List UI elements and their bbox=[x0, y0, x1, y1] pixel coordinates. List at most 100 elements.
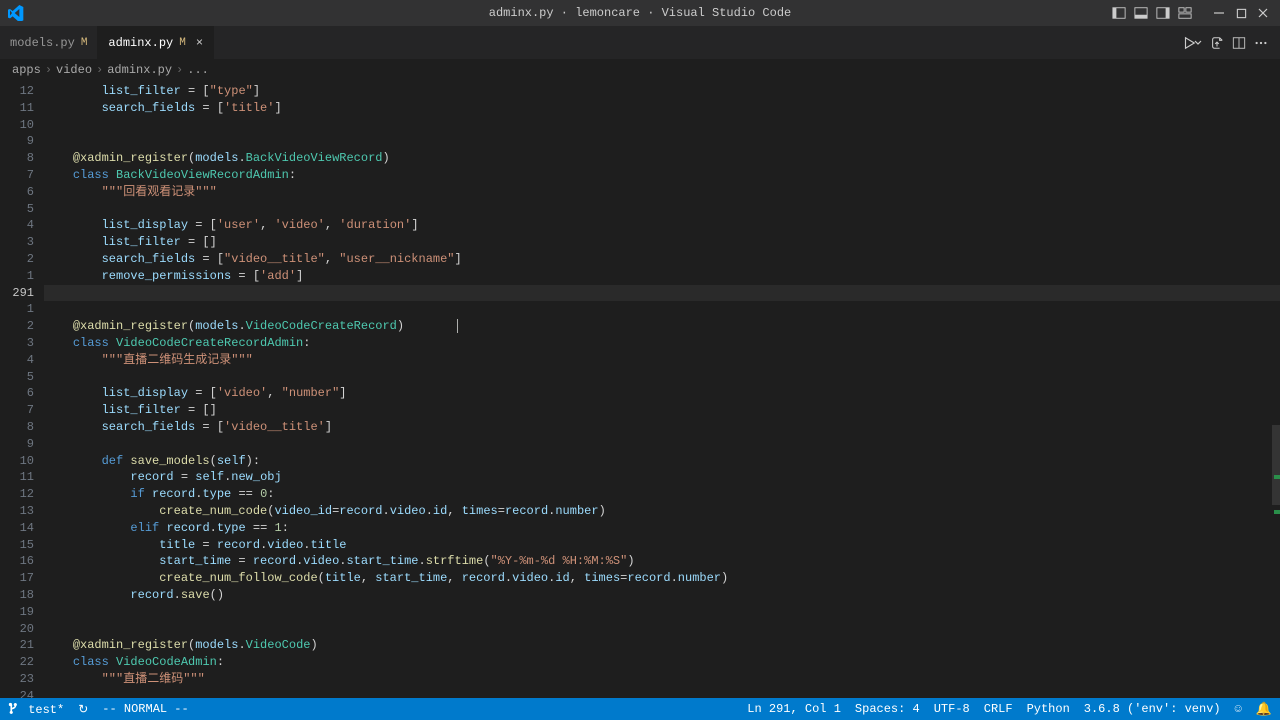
minimize-icon[interactable] bbox=[1210, 4, 1228, 22]
code-line[interactable]: record.save() bbox=[44, 587, 1280, 604]
split-editor-icon[interactable] bbox=[1232, 36, 1246, 50]
vim-mode: -- NORMAL -- bbox=[102, 702, 188, 716]
git-branch[interactable]: test* bbox=[8, 702, 64, 717]
code-area[interactable]: list_filter = ["type"] search_fields = [… bbox=[44, 81, 1280, 698]
chevron-right-icon: › bbox=[45, 63, 52, 77]
scrollbar[interactable] bbox=[1270, 55, 1280, 685]
maximize-icon[interactable] bbox=[1232, 4, 1250, 22]
run-dropdown-icon[interactable] bbox=[1194, 36, 1202, 50]
line-number: 12 bbox=[0, 83, 44, 100]
line-number: 12 bbox=[0, 486, 44, 503]
code-line[interactable]: search_fields = ["video__title", "user__… bbox=[44, 251, 1280, 268]
line-number: 5 bbox=[0, 201, 44, 218]
line-number: 1 bbox=[0, 301, 44, 318]
editor-actions bbox=[1182, 36, 1280, 50]
tab-bar: models.py Madminx.pyM× bbox=[0, 26, 1280, 59]
code-line[interactable]: def save_models(self): bbox=[44, 453, 1280, 470]
code-line[interactable] bbox=[44, 133, 1280, 150]
code-line[interactable] bbox=[44, 369, 1280, 386]
code-line[interactable]: """直播二维码""" bbox=[44, 671, 1280, 688]
cursor-position[interactable]: Ln 291, Col 1 bbox=[747, 702, 841, 716]
code-line[interactable] bbox=[44, 117, 1280, 134]
code-line[interactable]: create_num_code(video_id=record.video.id… bbox=[44, 503, 1280, 520]
modified-indicator: M bbox=[81, 37, 88, 49]
breadcrumb[interactable]: apps › video › adminx.py › ... bbox=[0, 59, 1280, 81]
line-number: 6 bbox=[0, 184, 44, 201]
line-number: 17 bbox=[0, 570, 44, 587]
code-line[interactable]: class VideoCodeAdmin: bbox=[44, 654, 1280, 671]
feedback-icon[interactable]: ☺ bbox=[1235, 702, 1242, 716]
code-line[interactable]: """回看观看记录""" bbox=[44, 184, 1280, 201]
chevron-right-icon: › bbox=[176, 63, 183, 77]
code-line[interactable]: remove_permissions = ['add'] bbox=[44, 268, 1280, 285]
window-title: adminx.py · lemoncare · Visual Studio Co… bbox=[489, 6, 791, 20]
close-tab-icon[interactable]: × bbox=[196, 36, 203, 50]
code-line[interactable]: elif record.type == 1: bbox=[44, 520, 1280, 537]
code-line[interactable]: record = self.new_obj bbox=[44, 469, 1280, 486]
code-line[interactable] bbox=[44, 201, 1280, 218]
code-line[interactable]: @xadmin_register(models.BackVideoViewRec… bbox=[44, 150, 1280, 167]
line-number: 13 bbox=[0, 503, 44, 520]
code-line[interactable]: class BackVideoViewRecordAdmin: bbox=[44, 167, 1280, 184]
more-actions-icon[interactable] bbox=[1254, 36, 1268, 50]
indentation[interactable]: Spaces: 4 bbox=[855, 702, 920, 716]
chevron-right-icon: › bbox=[96, 63, 103, 77]
window-controls bbox=[1110, 4, 1272, 22]
tab-label: models.py bbox=[10, 36, 75, 50]
line-number: 11 bbox=[0, 469, 44, 486]
code-line[interactable] bbox=[44, 621, 1280, 638]
encoding[interactable]: UTF-8 bbox=[934, 702, 970, 716]
editor[interactable]: 1211109876543212911234567891011121314151… bbox=[0, 81, 1280, 698]
python-interpreter[interactable]: 3.6.8 ('env': venv) bbox=[1084, 702, 1221, 716]
sync-icon[interactable]: ↻ bbox=[78, 702, 88, 717]
code-line[interactable]: """直播二维码生成记录""" bbox=[44, 352, 1280, 369]
code-line[interactable]: search_fields = ['title'] bbox=[44, 100, 1280, 117]
code-line[interactable]: list_filter = [] bbox=[44, 234, 1280, 251]
code-line[interactable]: create_num_follow_code(title, start_time… bbox=[44, 570, 1280, 587]
code-line[interactable]: @xadmin_register(models.VideoCodeCreateR… bbox=[44, 318, 1280, 335]
line-number: 2 bbox=[0, 318, 44, 335]
code-line[interactable] bbox=[44, 285, 1280, 302]
code-line[interactable]: search_fields = ['video__title'] bbox=[44, 419, 1280, 436]
code-line[interactable]: list_filter = [] bbox=[44, 402, 1280, 419]
language-mode[interactable]: Python bbox=[1027, 702, 1070, 716]
line-number: 3 bbox=[0, 335, 44, 352]
code-line[interactable]: title = record.video.title bbox=[44, 537, 1280, 554]
code-line[interactable] bbox=[44, 688, 1280, 698]
line-number: 2 bbox=[0, 251, 44, 268]
layout-sidebar-left-icon[interactable] bbox=[1110, 4, 1128, 22]
breadcrumb-item[interactable]: ... bbox=[187, 63, 209, 77]
breadcrumb-item[interactable]: adminx.py bbox=[107, 63, 172, 77]
code-line[interactable]: list_display = ['user', 'video', 'durati… bbox=[44, 217, 1280, 234]
tab-adminx-py[interactable]: adminx.pyM× bbox=[98, 26, 214, 59]
overview-ruler-mark bbox=[1274, 475, 1280, 479]
breadcrumb-item[interactable]: apps bbox=[12, 63, 41, 77]
code-line[interactable]: start_time = record.video.start_time.str… bbox=[44, 553, 1280, 570]
notifications-icon[interactable]: 🔔 bbox=[1256, 702, 1272, 717]
scroll-thumb[interactable] bbox=[1272, 425, 1280, 505]
layout-sidebar-right-icon[interactable] bbox=[1154, 4, 1172, 22]
code-line[interactable]: list_display = ['video', "number"] bbox=[44, 385, 1280, 402]
line-number: 14 bbox=[0, 520, 44, 537]
eol[interactable]: CRLF bbox=[984, 702, 1013, 716]
breadcrumb-item[interactable]: video bbox=[56, 63, 92, 77]
tab-models-py[interactable]: models.py M bbox=[0, 26, 98, 59]
code-line[interactable]: @xadmin_register(models.VideoCode) bbox=[44, 637, 1280, 654]
open-changes-icon[interactable] bbox=[1210, 36, 1224, 50]
line-number: 9 bbox=[0, 436, 44, 453]
line-number: 10 bbox=[0, 453, 44, 470]
close-window-icon[interactable] bbox=[1254, 4, 1272, 22]
line-number: 4 bbox=[0, 217, 44, 234]
code-line[interactable] bbox=[44, 301, 1280, 318]
code-line[interactable] bbox=[44, 604, 1280, 621]
line-number: 16 bbox=[0, 553, 44, 570]
line-number: 21 bbox=[0, 637, 44, 654]
layout-panel-icon[interactable] bbox=[1132, 4, 1150, 22]
code-line[interactable]: if record.type == 0: bbox=[44, 486, 1280, 503]
line-number: 5 bbox=[0, 369, 44, 386]
line-number: 3 bbox=[0, 234, 44, 251]
code-line[interactable] bbox=[44, 436, 1280, 453]
code-line[interactable]: list_filter = ["type"] bbox=[44, 83, 1280, 100]
code-line[interactable]: class VideoCodeCreateRecordAdmin: bbox=[44, 335, 1280, 352]
customize-layout-icon[interactable] bbox=[1176, 4, 1194, 22]
